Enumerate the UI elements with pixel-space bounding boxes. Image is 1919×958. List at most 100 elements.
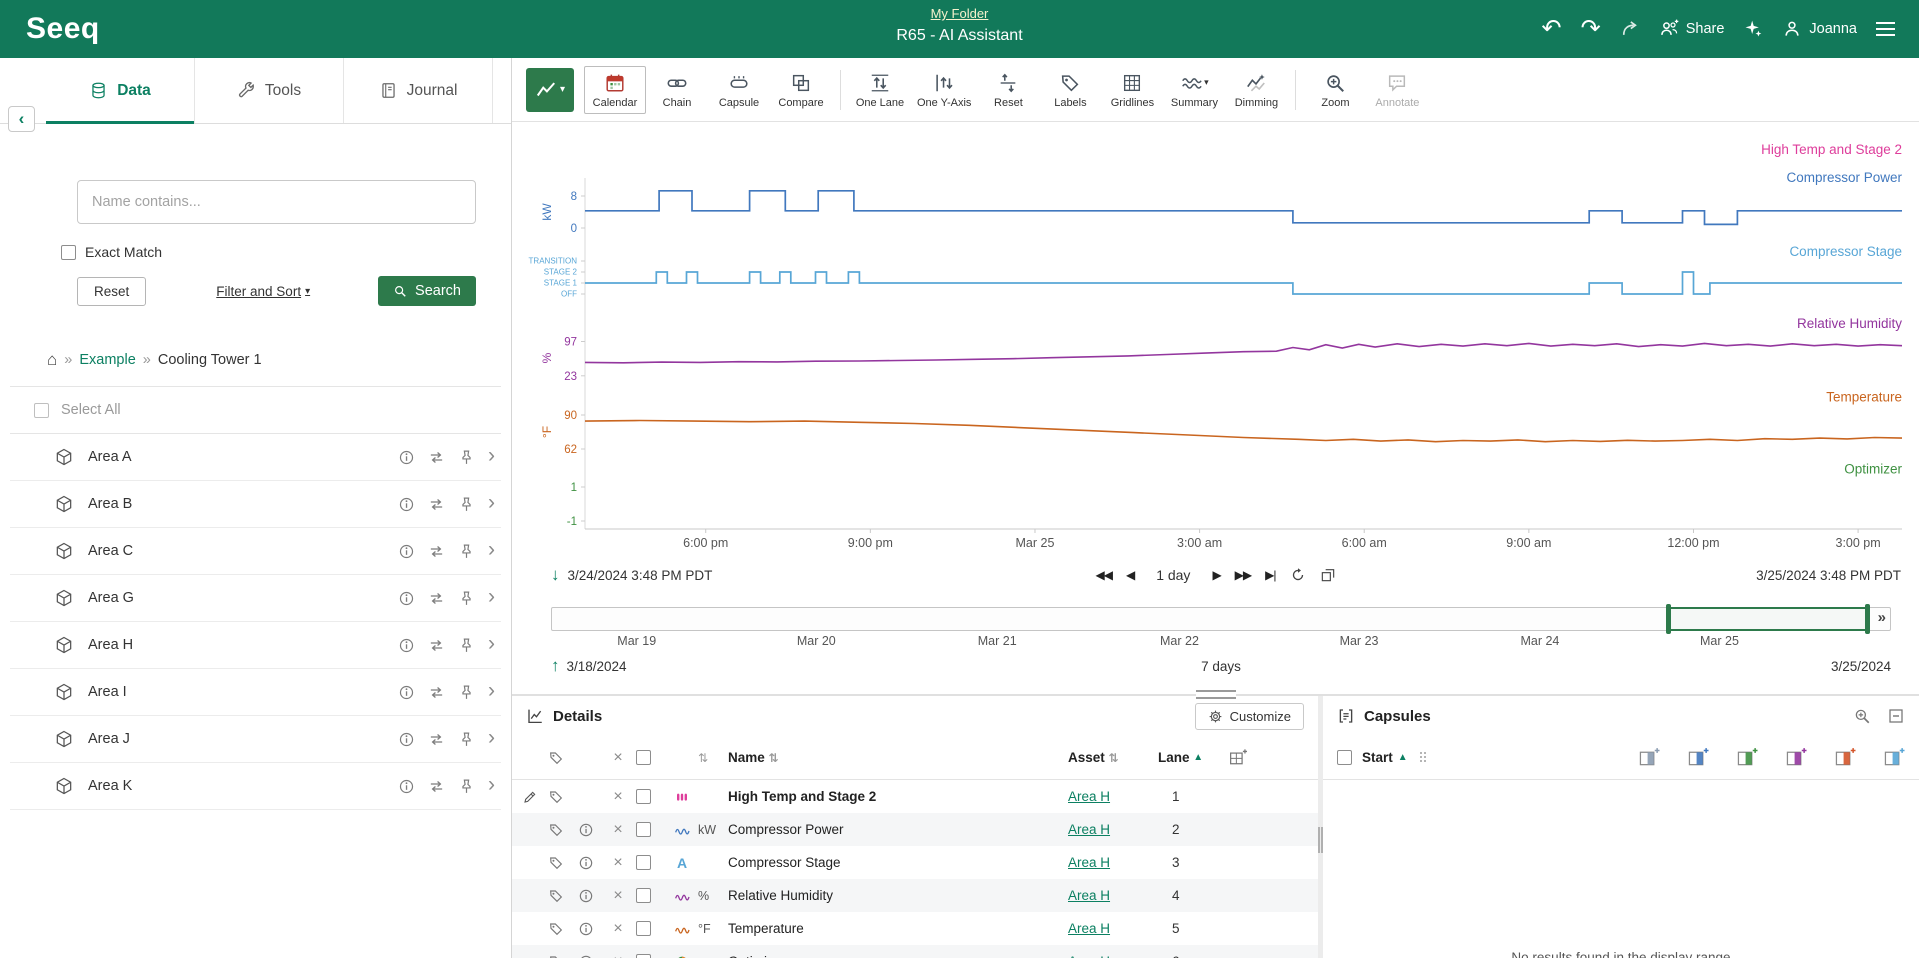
swap-icon[interactable] — [428, 496, 445, 513]
remove-icon[interactable]: × — [608, 953, 628, 958]
asset-row[interactable]: Area K › — [10, 763, 501, 810]
asset-link[interactable]: Area H — [1068, 822, 1110, 837]
remove-icon[interactable]: × — [608, 920, 628, 938]
info-icon[interactable] — [578, 954, 594, 958]
capsule-stat-column-icon[interactable] — [1835, 748, 1856, 767]
add-column-icon[interactable] — [1228, 749, 1248, 767]
panel-resize-handle[interactable] — [1196, 690, 1236, 699]
chevron-right-icon[interactable]: › — [488, 727, 495, 751]
display-range-start[interactable]: 3/24/2024 3:48 PM PDT — [568, 568, 713, 583]
asset-row[interactable]: Area H › — [10, 622, 501, 669]
undo-icon[interactable]: ↶ — [1542, 17, 1562, 41]
swap-icon[interactable] — [428, 449, 445, 466]
details-row[interactable]: × Optimizer Area H 6 — [512, 945, 1318, 958]
filter-and-sort-link[interactable]: Filter and Sort▾ — [216, 284, 310, 299]
info-icon[interactable] — [578, 855, 594, 871]
tag-icon[interactable] — [548, 822, 564, 838]
lane-label-relative-humidity[interactable]: Relative Humidity — [1797, 316, 1902, 331]
reset-button[interactable]: Reset — [77, 277, 146, 306]
refresh-icon[interactable] — [1290, 567, 1306, 583]
remove-icon[interactable]: × — [608, 887, 628, 905]
swap-icon[interactable] — [428, 731, 445, 748]
pin-icon[interactable] — [458, 496, 475, 513]
tool-annotate[interactable]: Annotate — [1366, 66, 1428, 114]
chevron-right-icon[interactable]: › — [488, 680, 495, 704]
capsule-stat-column-icon[interactable] — [1737, 748, 1758, 767]
asset-row[interactable]: Area G › — [10, 575, 501, 622]
ai-sparkle-icon[interactable] — [1743, 19, 1763, 39]
asset-row[interactable]: Area A › — [10, 434, 501, 481]
row-checkbox[interactable] — [636, 789, 651, 804]
asset-row[interactable]: Area C › — [10, 528, 501, 575]
chevron-right-icon[interactable]: › — [488, 774, 495, 798]
tag-icon[interactable] — [548, 921, 564, 937]
pin-icon[interactable] — [458, 543, 475, 560]
tag-icon[interactable] — [548, 888, 564, 904]
info-icon[interactable] — [398, 543, 415, 560]
capsule-stat-column-icon[interactable] — [1688, 748, 1709, 767]
step-back-icon[interactable]: ◀ — [1126, 568, 1134, 582]
step-to-now-icon[interactable]: ▶| — [1265, 568, 1275, 582]
step-back-full-icon[interactable]: ◀◀ — [1095, 568, 1111, 582]
folder-breadcrumb-link[interactable]: My Folder — [931, 6, 989, 21]
tool-chain[interactable]: Chain — [646, 66, 708, 114]
tool-zoom[interactable]: Zoom — [1304, 66, 1366, 114]
tool-one-y-axis[interactable]: One Y-Axis — [911, 66, 977, 114]
swap-icon[interactable] — [428, 778, 445, 795]
lane-label-optimizer[interactable]: Optimizer — [1844, 462, 1902, 477]
details-row[interactable]: × °F Temperature Area H 5 — [512, 912, 1318, 945]
hamburger-menu-icon[interactable] — [1876, 22, 1895, 37]
tab-data[interactable]: Data — [46, 58, 195, 123]
seeq-logo[interactable]: Seeq — [0, 12, 126, 46]
details-row[interactable]: × High Temp and Stage 2 Area H 1 — [512, 780, 1318, 813]
chevron-right-icon[interactable]: › — [488, 445, 495, 469]
series-compressor-stage[interactable] — [585, 272, 1902, 294]
row-checkbox[interactable] — [636, 888, 651, 903]
remove-icon[interactable]: × — [608, 821, 628, 839]
info-icon[interactable] — [398, 449, 415, 466]
step-forward-full-icon[interactable]: ▶▶ — [1235, 568, 1251, 582]
investigate-range-end[interactable]: 3/25/2024 — [1831, 659, 1891, 674]
series-compressor-power[interactable] — [585, 191, 1902, 225]
info-icon[interactable] — [398, 684, 415, 701]
info-icon[interactable] — [578, 822, 594, 838]
asset-link[interactable]: Area H — [1068, 954, 1110, 958]
asset-row[interactable]: Area I › — [10, 669, 501, 716]
row-checkbox[interactable] — [636, 921, 651, 936]
pin-icon[interactable] — [458, 778, 475, 795]
row-checkbox[interactable] — [636, 954, 651, 958]
asset-link[interactable]: Area H — [1068, 888, 1110, 903]
series-relative-humidity[interactable] — [585, 343, 1902, 362]
asset-row[interactable]: Area B › — [10, 481, 501, 528]
investigate-range-down-icon[interactable]: ↓ — [551, 565, 560, 585]
asset-link[interactable]: Area H — [1068, 921, 1110, 936]
remove-icon[interactable]: × — [608, 788, 628, 806]
info-icon[interactable] — [398, 590, 415, 607]
collapse-panel-icon[interactable] — [1887, 707, 1905, 725]
exact-match-checkbox[interactable] — [61, 245, 76, 260]
details-row[interactable]: × % Relative Humidity Area H 4 — [512, 879, 1318, 912]
column-asset[interactable]: Asset ⇅ — [1068, 750, 1158, 765]
swap-icon[interactable] — [428, 590, 445, 607]
chevron-right-icon[interactable]: › — [488, 492, 495, 516]
chevron-right-icon[interactable]: › — [488, 586, 495, 610]
asset-link[interactable]: Area H — [1068, 855, 1110, 870]
display-range-end[interactable]: 3/25/2024 3:48 PM PDT — [1756, 568, 1901, 583]
pin-icon[interactable] — [458, 590, 475, 607]
tab-journal[interactable]: Journal — [344, 58, 493, 123]
tab-tools[interactable]: Tools — [195, 58, 344, 123]
drag-dots-icon[interactable] — [1420, 752, 1426, 764]
lane-label-temperature[interactable]: Temperature — [1826, 390, 1902, 405]
capsule-stat-column-icon[interactable] — [1884, 748, 1905, 767]
lane-label-compressor-stage[interactable]: Compressor Stage — [1789, 244, 1902, 259]
details-row[interactable]: × kW Compressor Power Area H 2 — [512, 813, 1318, 846]
tool-one-lane[interactable]: One Lane — [849, 66, 911, 114]
swap-icon[interactable] — [428, 684, 445, 701]
timeline-expand-icon[interactable]: » — [1878, 609, 1886, 626]
breadcrumb-example[interactable]: Example — [79, 352, 135, 368]
fast-forward-icon[interactable] — [1620, 19, 1640, 39]
edit-icon[interactable] — [522, 789, 538, 805]
user-menu[interactable]: Joanna — [1782, 19, 1857, 39]
capsules-select-all-checkbox[interactable] — [1337, 750, 1352, 765]
lane-label-high-temp-and-stage-2[interactable]: High Temp and Stage 2 — [1761, 142, 1902, 157]
